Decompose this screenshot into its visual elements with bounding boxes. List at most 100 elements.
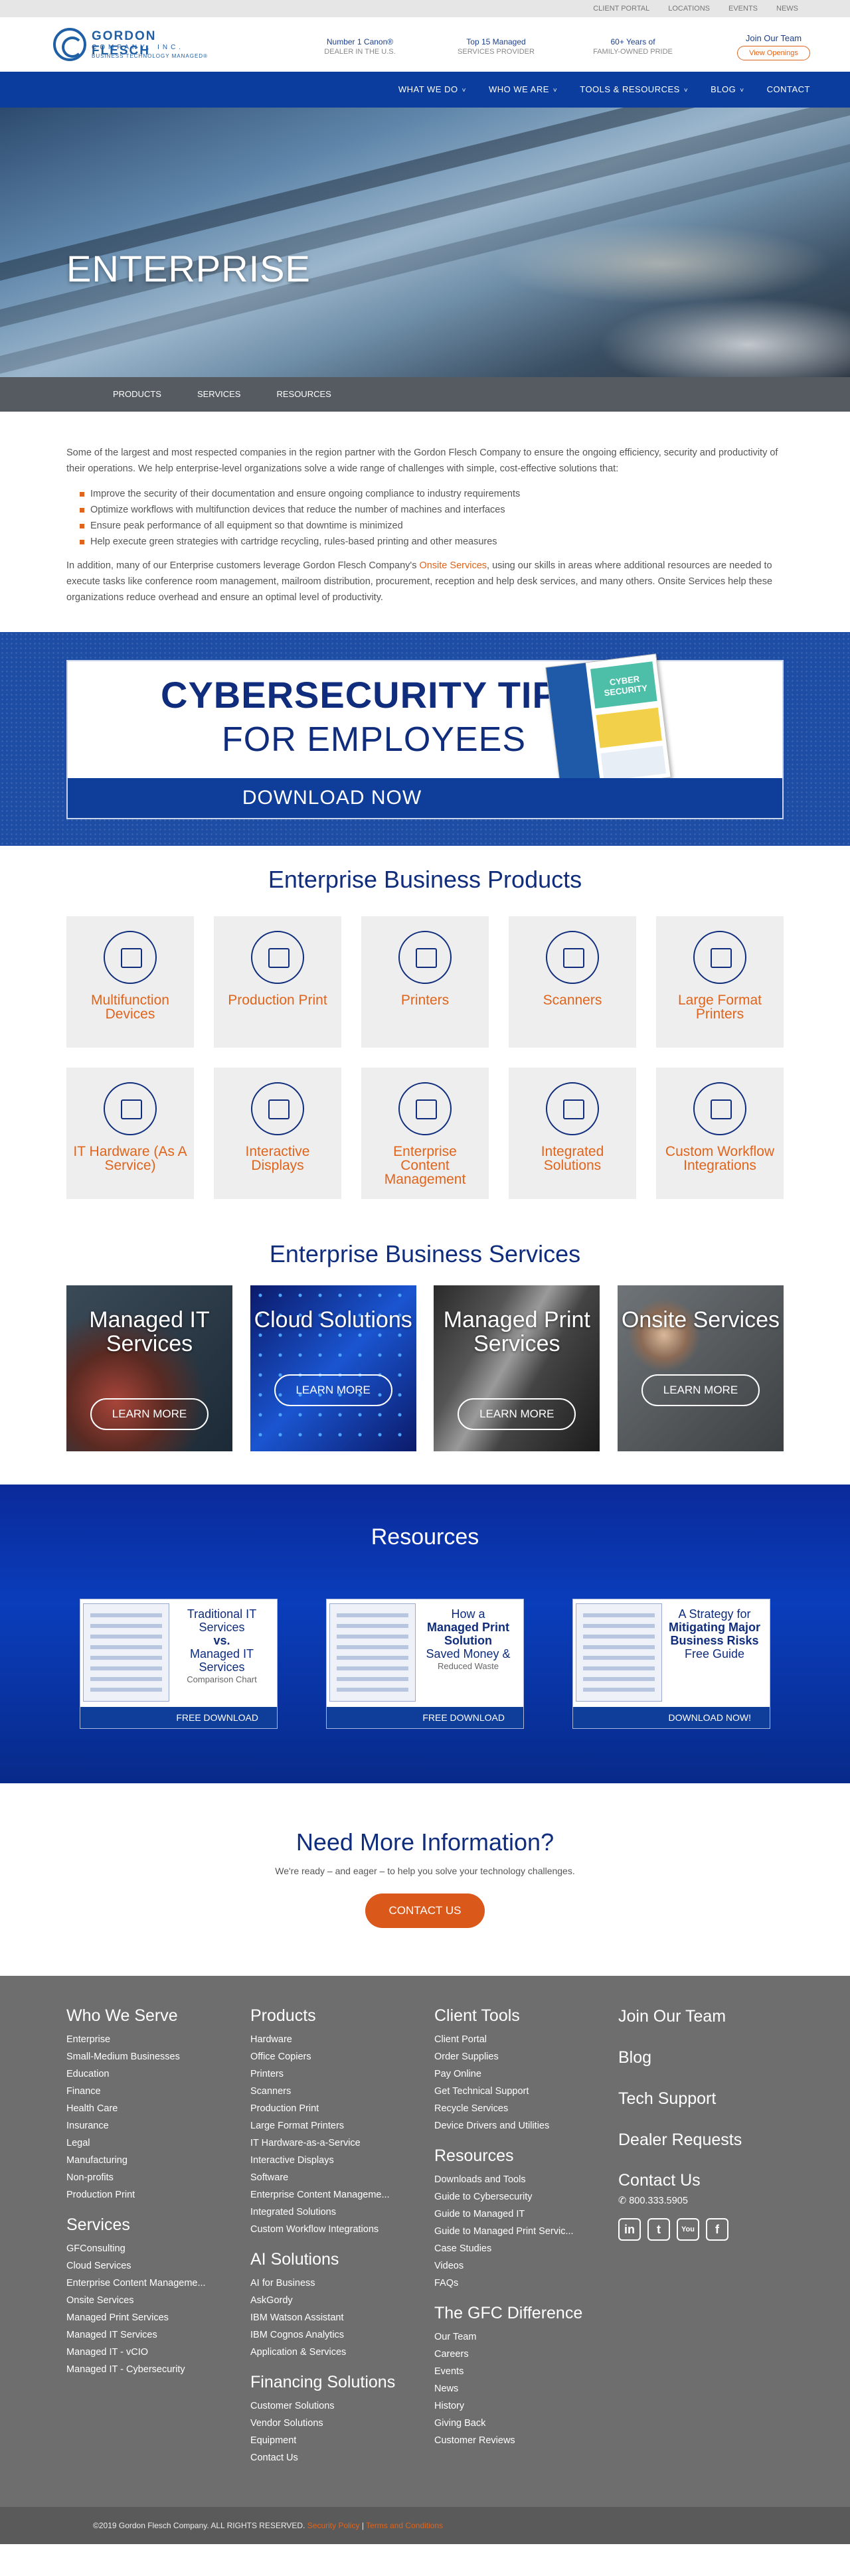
footer-link-join-our-team[interactable]: Join Our Team [618,2006,784,2026]
footer-link[interactable]: Careers [434,2346,607,2363]
footer-link[interactable]: Get Technical Support [434,2083,607,2100]
product-card-printers[interactable]: Printers [361,916,489,1048]
footer-link[interactable]: Legal [66,2134,239,2152]
terms-link[interactable]: Terms and Conditions [366,2521,443,2530]
resource-download-button[interactable]: FREE DOWNLOAD [80,1707,277,1728]
footer-link[interactable]: AskGordy [250,2292,423,2309]
footer-heading-the-gfc-difference[interactable]: The GFC Difference [434,2304,607,2323]
footer-link[interactable]: Small-Medium Businesses [66,2048,239,2065]
facebook-icon[interactable]: f [706,2218,728,2241]
footer-link[interactable]: Enterprise Content Manageme... [66,2275,239,2292]
youtube-icon[interactable]: You [677,2218,699,2241]
nav-item-contact[interactable]: CONTACT [767,72,810,109]
footer-link[interactable]: Scanners [250,2083,423,2100]
footer-link-tech-support[interactable]: Tech Support [618,2089,784,2109]
footer-link[interactable]: Managed IT - vCIO [66,2344,239,2361]
footer-link[interactable]: AI for Business [250,2275,423,2292]
footer-link[interactable]: Customer Solutions [250,2397,423,2415]
footer-link[interactable]: Enterprise [66,2031,239,2048]
footer-phone-number[interactable]: 800.333.5905 [629,2196,688,2206]
resource-card-1[interactable]: Traditional IT Services vs. Managed IT Ser… [80,1599,278,1729]
product-card-enterprise-content-management[interactable]: Enterprise Content Management [361,1068,489,1199]
resource-card-2[interactable]: How a Managed Print Solution Saved Money &… [326,1599,524,1729]
footer-link[interactable]: Events [434,2363,607,2380]
twitter-icon[interactable]: t [647,2218,670,2241]
join-team-link[interactable]: Join Our Team [737,33,810,43]
service-card-managed-it-services[interactable]: Managed IT Services LEARN MORE [66,1285,232,1451]
footer-link[interactable]: Managed IT Services [66,2326,239,2344]
nav-item-who-we-are[interactable]: WHO WE ARE ˅ [489,72,557,109]
footer-link[interactable]: Education [66,2065,239,2083]
footer-link[interactable]: Case Studies [434,2240,607,2257]
footer-heading-client-tools[interactable]: Client Tools [434,2006,607,2026]
product-card-integrated-solutions[interactable]: Integrated Solutions [509,1068,636,1199]
nav-item-blog[interactable]: BLOG ˅ [711,72,744,109]
product-card-interactive-displays[interactable]: Interactive Displays [214,1068,341,1199]
footer-link[interactable]: Production Print [66,2186,239,2204]
footer-heading-resources[interactable]: Resources [434,2146,607,2166]
footer-link[interactable]: Integrated Solutions [250,2204,423,2221]
footer-link[interactable]: Large Format Printers [250,2117,423,2134]
footer-heading-who-we-serve[interactable]: Who We Serve [66,2006,239,2026]
resource-download-button[interactable]: DOWNLOAD NOW! [573,1707,770,1728]
footer-link[interactable]: Custom Workflow Integrations [250,2221,423,2238]
footer-link[interactable]: Office Copiers [250,2048,423,2065]
footer-link-blog[interactable]: Blog [618,2048,784,2067]
footer-link[interactable]: History [434,2397,607,2415]
service-card-cloud-solutions[interactable]: Cloud Solutions LEARN MORE [250,1285,416,1451]
footer-link[interactable]: FAQs [434,2275,607,2292]
footer-link[interactable]: Contact Us [250,2449,423,2466]
footer-link[interactable]: Software [250,2169,423,2186]
footer-link[interactable]: Pay Online [434,2065,607,2083]
footer-link[interactable]: Production Print [250,2100,423,2117]
learn-more-button[interactable]: LEARN MORE [90,1398,209,1430]
learn-more-button[interactable]: LEARN MORE [458,1398,576,1430]
footer-link[interactable]: Hardware [250,2031,423,2048]
resource-download-button[interactable]: FREE DOWNLOAD [327,1707,523,1728]
footer-link[interactable]: Finance [66,2083,239,2100]
util-link-news[interactable]: NEWS [776,0,798,17]
util-link-client-portal[interactable]: CLIENT PORTAL [593,0,649,17]
linkedin-icon[interactable]: in [618,2218,641,2241]
product-card-custom-workflow-integrations[interactable]: Custom Workflow Integrations [656,1068,784,1199]
footer-link[interactable]: Guide to Managed IT [434,2206,607,2223]
footer-link[interactable]: Manufacturing [66,2152,239,2169]
footer-heading-services[interactable]: Services [66,2215,239,2235]
footer-link[interactable]: Our Team [434,2328,607,2346]
view-openings-button[interactable]: View Openings [737,46,810,60]
footer-heading-financing-solutions[interactable]: Financing Solutions [250,2373,423,2392]
footer-link[interactable]: Videos [434,2257,607,2275]
footer-link[interactable]: Printers [250,2065,423,2083]
footer-link[interactable]: Cloud Services [66,2257,239,2275]
footer-link[interactable]: IT Hardware-as-a-Service [250,2134,423,2152]
service-card-managed-print-services[interactable]: Managed Print Services LEARN MORE [434,1285,600,1451]
learn-more-button[interactable]: LEARN MORE [274,1374,392,1406]
footer-link-dealer-requests[interactable]: Dealer Requests [618,2130,784,2150]
footer-link[interactable]: Client Portal [434,2031,607,2048]
footer-contact-heading[interactable]: Contact Us [618,2171,784,2190]
footer-link[interactable]: Equipment [250,2432,423,2449]
util-link-locations[interactable]: LOCATIONS [668,0,710,17]
util-link-events[interactable]: EVENTS [728,0,758,17]
footer-link[interactable]: Guide to Managed Print Servic... [434,2223,607,2240]
footer-phone[interactable]: ✆ 800.333.5905 [618,2196,784,2206]
learn-more-button[interactable]: LEARN MORE [641,1374,760,1406]
footer-link[interactable]: Non-profits [66,2169,239,2186]
footer-link[interactable]: News [434,2380,607,2397]
footer-link[interactable]: Guide to Cybersecurity [434,2188,607,2206]
footer-link[interactable]: Giving Back [434,2415,607,2432]
footer-link[interactable]: Vendor Solutions [250,2415,423,2432]
product-card-multifunction-devices[interactable]: Multifunction Devices [66,916,194,1048]
footer-link[interactable]: Recycle Services [434,2100,607,2117]
footer-link[interactable]: IBM Cognos Analytics [250,2326,423,2344]
download-now-button[interactable]: DOWNLOAD NOW [68,778,782,818]
footer-link[interactable]: Customer Reviews [434,2432,607,2449]
resource-card-3[interactable]: A Strategy for Mitigating Major Business … [572,1599,770,1729]
subnav-products[interactable]: PRODUCTS [113,377,161,412]
footer-link[interactable]: Application & Services [250,2344,423,2361]
footer-heading-ai-solutions[interactable]: AI Solutions [250,2250,423,2269]
subnav-services[interactable]: SERVICES [197,377,241,412]
product-card-production-print[interactable]: Production Print [214,916,341,1048]
product-card-it-hardware-as-a-service[interactable]: IT Hardware (As A Service) [66,1068,194,1199]
company-logo[interactable]: GORDON FLESCH COMPANY, INC. BUSINESS TEC… [53,27,219,65]
